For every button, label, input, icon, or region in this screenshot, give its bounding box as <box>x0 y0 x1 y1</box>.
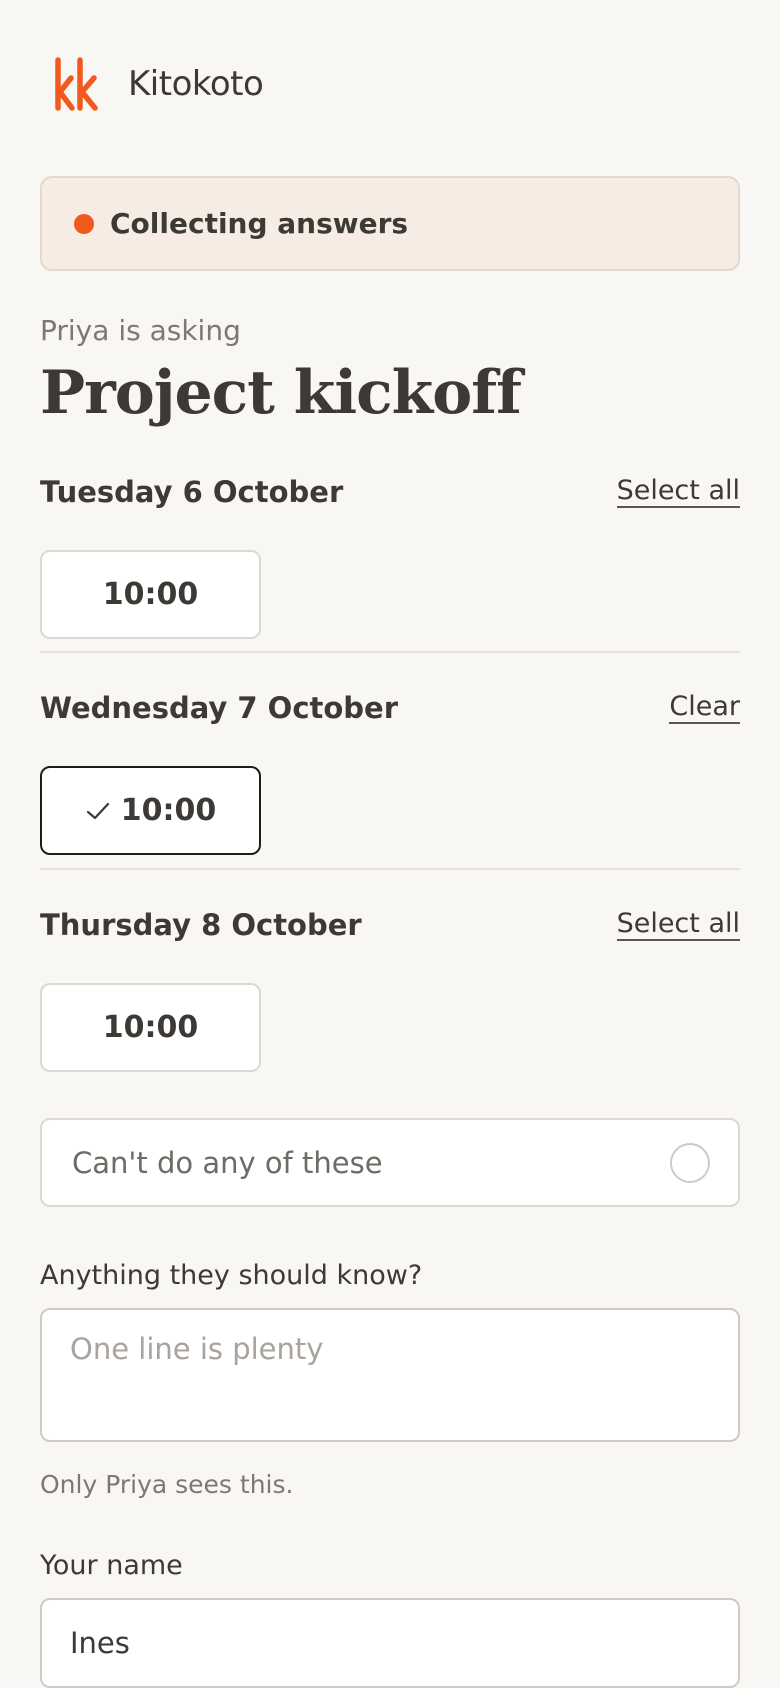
day-name: Thursday 8 October <box>40 908 362 942</box>
select-all-link[interactable]: Select all <box>616 476 740 508</box>
day-header: Tuesday 6 October Select all <box>40 472 740 512</box>
time-slot-button[interactable]: 10:00 <box>40 550 261 639</box>
divider <box>40 868 740 870</box>
status-dot-icon <box>74 213 94 234</box>
divider <box>40 651 740 653</box>
day-header: Wednesday 7 October Clear <box>40 688 740 728</box>
note-textarea[interactable] <box>40 1308 740 1442</box>
name-label: Your name <box>40 1550 183 1581</box>
name-input[interactable] <box>40 1598 740 1688</box>
asker-text: Priya is asking <box>40 314 241 347</box>
day-section-wednesday: Wednesday 7 October Clear 10:00 <box>40 688 740 855</box>
brand-name: Kitokoto <box>128 64 264 104</box>
time-slot-label: 10:00 <box>102 1010 199 1045</box>
time-slot-label: 10:00 <box>120 793 217 828</box>
check-icon <box>86 802 109 819</box>
radio-circle-icon[interactable] <box>670 1142 710 1183</box>
status-label: Collecting answers <box>110 207 409 240</box>
day-name: Tuesday 6 October <box>40 475 344 509</box>
select-all-link[interactable]: Select all <box>616 909 740 941</box>
page-title: Project kickoff <box>40 358 522 428</box>
cant-do-any-label: Can't do any of these <box>72 1145 383 1180</box>
day-section-tuesday: Tuesday 6 October Select all 10:00 <box>40 472 740 639</box>
day-name: Wednesday 7 October <box>40 691 399 725</box>
time-slot-label: 10:00 <box>102 577 199 612</box>
cant-do-any-option[interactable]: Can't do any of these <box>40 1118 740 1207</box>
day-header: Thursday 8 October Select all <box>40 905 740 945</box>
time-slot-button[interactable]: 10:00 <box>40 983 261 1072</box>
page: Kitokoto Collecting answers Priya is ask… <box>0 0 780 1688</box>
note-hint: Only Priya sees this. <box>40 1470 294 1499</box>
app-header: Kitokoto <box>54 56 264 112</box>
day-section-thursday: Thursday 8 October Select all 10:00 <box>40 905 740 1072</box>
clear-link[interactable]: Clear <box>669 692 740 724</box>
kitokoto-logo-icon <box>55 57 98 111</box>
note-label: Anything they should know? <box>40 1260 423 1291</box>
time-slot-button-selected[interactable]: 10:00 <box>40 766 261 855</box>
status-banner: Collecting answers <box>40 176 740 271</box>
